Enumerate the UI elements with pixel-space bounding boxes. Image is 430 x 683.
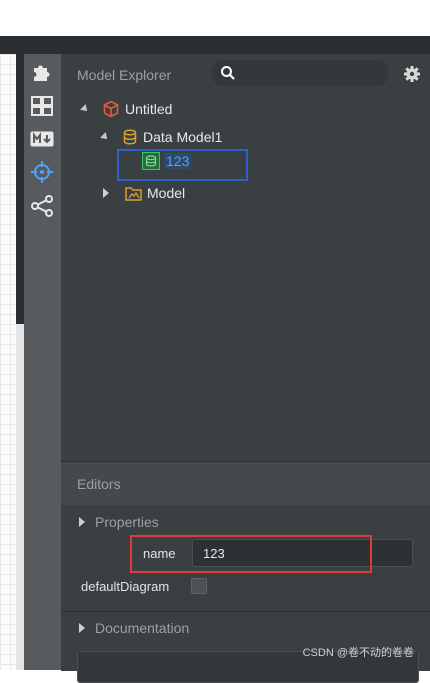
editors-panel: Editors Properties name defaultDiagram D… [61, 461, 430, 683]
watermark-text: CSDN @卷不动的卷卷 [302, 647, 414, 659]
tree-label-data-model: Data Model1 [143, 129, 223, 145]
explorer-search-input[interactable] [211, 60, 389, 86]
tree-node-model[interactable]: Model [103, 182, 185, 204]
expand-arrow-icon [79, 623, 85, 633]
gear-icon[interactable] [403, 65, 421, 83]
canvas-scrollbar[interactable] [16, 54, 24, 324]
tree-label-model: Model [147, 185, 186, 201]
tree-node-data-model[interactable]: Data Model1 [100, 126, 223, 148]
diagram-icon [125, 186, 142, 201]
properties-section-toggle[interactable]: Properties [79, 514, 159, 530]
documentation-label: Documentation [95, 620, 190, 636]
window-top-border [0, 36, 430, 54]
database-icon [123, 129, 137, 145]
layout-icon[interactable] [30, 94, 54, 118]
activity-bar [24, 54, 61, 670]
selection-highlight-box [117, 149, 248, 181]
default-diagram-label: defaultDiagram [81, 579, 170, 594]
default-diagram-checkbox[interactable] [191, 578, 207, 594]
collapse-arrow-icon[interactable] [80, 104, 90, 114]
editors-header: Editors [61, 462, 430, 505]
model-explorer-panel: Model Explorer Untitled Data Model1 123 … [61, 54, 430, 461]
model-explorer-title: Model Explorer [77, 67, 172, 83]
name-highlight-box [130, 535, 372, 573]
search-icon [221, 66, 235, 80]
expand-arrow-icon [79, 517, 85, 527]
extensions-icon[interactable] [30, 60, 54, 84]
cube-icon [103, 100, 119, 118]
properties-label: Properties [95, 514, 159, 530]
tree-label-untitled: Untitled [125, 101, 173, 117]
markdown-icon[interactable] [30, 127, 54, 151]
section-divider [61, 611, 430, 612]
documentation-section-toggle[interactable]: Documentation [79, 620, 189, 636]
canvas-scroll-track [16, 324, 24, 670]
expand-arrow-icon[interactable] [103, 188, 109, 198]
share-icon[interactable] [30, 194, 54, 218]
crosshair-icon[interactable] [30, 160, 54, 184]
tree-node-untitled[interactable]: Untitled [80, 98, 173, 120]
top-blank-area [0, 0, 430, 36]
collapse-arrow-icon[interactable] [100, 132, 110, 142]
editors-title: Editors [77, 476, 121, 492]
